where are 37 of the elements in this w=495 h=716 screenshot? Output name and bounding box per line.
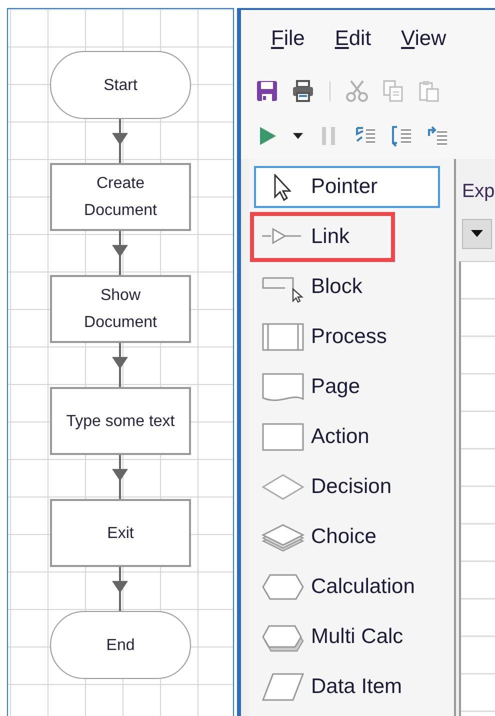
terminator-node: Start: [50, 51, 191, 119]
process-node: Show Document: [50, 275, 191, 343]
menu-item[interactable]: File: [271, 27, 305, 52]
toolbox-item[interactable]: Calculation: [254, 566, 440, 608]
toolbox-item[interactable]: Page: [254, 366, 440, 408]
toolbar-separator: [327, 79, 333, 104]
process-node: Create Document: [50, 163, 191, 231]
save-icon[interactable]: [255, 79, 279, 104]
page-shape-icon: [261, 371, 305, 403]
toolbox-item[interactable]: Pointer: [254, 166, 440, 208]
dropdown-button[interactable]: [462, 219, 492, 249]
connector-arrow: [112, 455, 128, 499]
connector-arrow: [112, 567, 128, 611]
toolbox-item[interactable]: Decision: [254, 466, 440, 508]
toolbox-item[interactable]: Process: [254, 316, 440, 358]
menu-item[interactable]: Edit: [334, 27, 372, 52]
process-shape-icon: [261, 321, 305, 353]
toolbox-item[interactable]: Multi Calc: [254, 616, 440, 658]
toolbox-item[interactable]: Link: [254, 216, 391, 258]
terminator-node: End: [50, 611, 191, 679]
connector-arrow: [112, 343, 128, 387]
rectangle-icon: [261, 421, 305, 453]
caret-icon: [471, 230, 483, 238]
toolbox-item[interactable]: Choice: [254, 516, 440, 558]
print-icon[interactable]: [291, 79, 315, 104]
parallelogram-icon: [261, 671, 305, 703]
step-over-icon[interactable]: [389, 124, 413, 148]
pointer-icon: [274, 174, 291, 200]
toolbox-item[interactable]: Action: [254, 416, 440, 458]
menu-item[interactable]: View: [401, 27, 446, 52]
toolbox-item[interactable]: Block: [254, 266, 440, 308]
process-node: Type some text: [50, 387, 191, 455]
connector-arrow: [112, 119, 128, 163]
connector-arrow: [112, 231, 128, 275]
panel-title: Exp: [462, 181, 495, 204]
toolbox-item[interactable]: Data Item: [254, 666, 440, 708]
process-node: Exit: [50, 499, 191, 567]
